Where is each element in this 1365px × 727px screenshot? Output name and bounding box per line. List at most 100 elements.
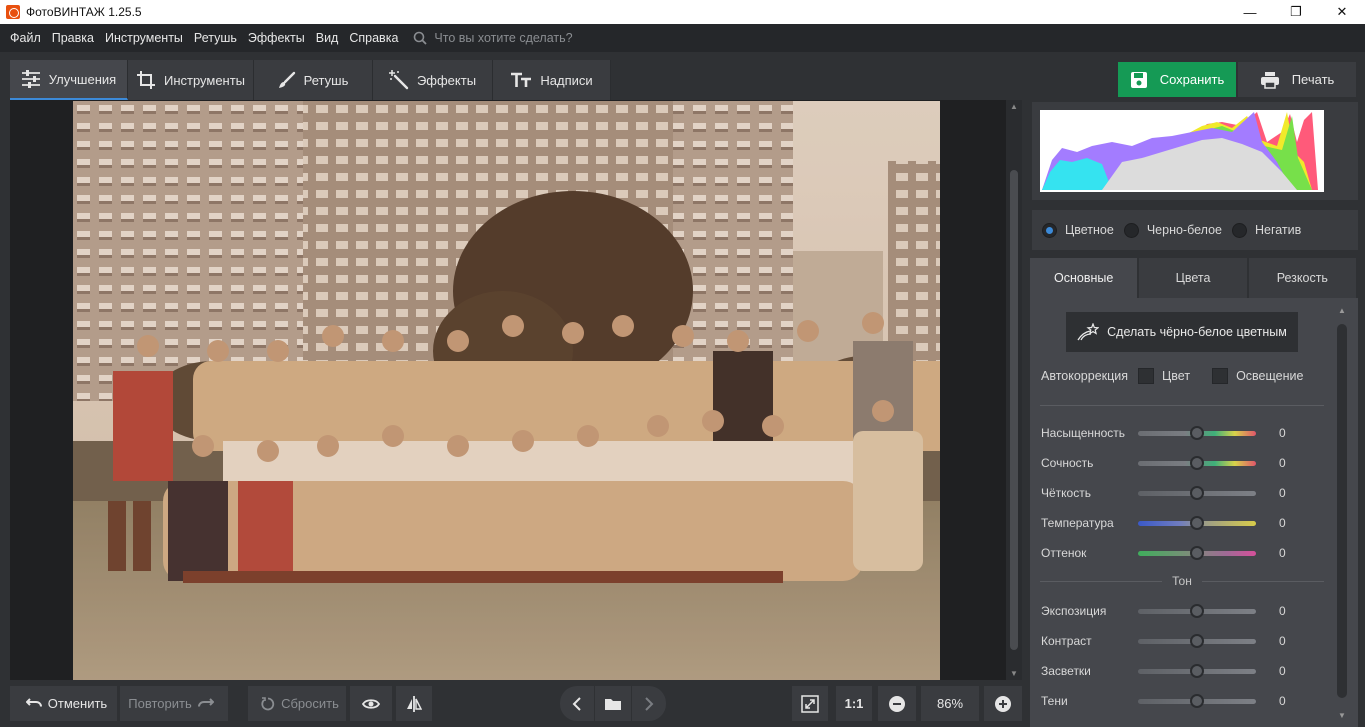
adjustment-slider[interactable] bbox=[1138, 603, 1256, 618]
tab-sharpness[interactable]: Резкость bbox=[1248, 258, 1356, 298]
colorize-label: Сделать чёрно-белое цветным bbox=[1107, 325, 1287, 339]
colorize-button[interactable]: Сделать чёрно-белое цветным bbox=[1066, 312, 1298, 352]
slider-label: Засветки bbox=[1041, 664, 1091, 678]
scroll-up-icon[interactable]: ▲ bbox=[1337, 306, 1347, 315]
save-icon bbox=[1130, 71, 1147, 88]
slider-handle[interactable] bbox=[1190, 663, 1204, 678]
slider-row: Экспозиция 0 bbox=[1041, 601, 1331, 621]
print-button[interactable]: Печать bbox=[1238, 62, 1356, 97]
tab-captions[interactable]: Надписи bbox=[493, 60, 611, 100]
text-icon bbox=[511, 72, 532, 87]
color-mode-selector: Цветное Черно-белое Негатив bbox=[1032, 210, 1358, 250]
slider-handle[interactable] bbox=[1190, 693, 1204, 708]
compare-icon bbox=[407, 695, 422, 712]
menu-retouch[interactable]: Ретушь bbox=[194, 31, 237, 45]
slider-label: Тени bbox=[1041, 694, 1068, 708]
slider-handle[interactable] bbox=[1190, 603, 1204, 618]
scroll-down-icon[interactable]: ▼ bbox=[1337, 711, 1347, 720]
scroll-down-icon[interactable]: ▼ bbox=[1010, 669, 1018, 678]
zoom-in-icon bbox=[995, 695, 1011, 712]
auto-light-checkbox[interactable]: Освещение bbox=[1212, 368, 1303, 384]
printer-icon bbox=[1260, 71, 1279, 89]
mode-bw-radio[interactable]: Черно-белое bbox=[1123, 222, 1222, 238]
slider-handle[interactable] bbox=[1190, 633, 1204, 648]
mode-negative-radio[interactable]: Негатив bbox=[1231, 222, 1301, 238]
adjustment-slider[interactable] bbox=[1138, 545, 1256, 560]
brush-icon bbox=[278, 71, 295, 88]
reset-button[interactable]: Сбросить bbox=[248, 686, 346, 721]
command-search[interactable]: Что вы хотите сделать? bbox=[413, 31, 573, 45]
fit-to-screen-button[interactable] bbox=[792, 686, 828, 721]
tab-tools[interactable]: Инструменты bbox=[128, 60, 254, 100]
scrollbar-thumb[interactable] bbox=[1337, 324, 1347, 698]
slider-value: 0 bbox=[1279, 546, 1286, 560]
zoom-level[interactable]: 86% bbox=[921, 686, 979, 721]
slider-handle[interactable] bbox=[1190, 485, 1204, 500]
minimize-button[interactable]: — bbox=[1227, 0, 1273, 24]
undo-button[interactable]: Отменить bbox=[10, 686, 117, 721]
slider-handle[interactable] bbox=[1190, 455, 1204, 470]
menu-file[interactable]: Файл bbox=[10, 31, 41, 45]
adjustment-slider[interactable] bbox=[1138, 663, 1256, 678]
menu-edit[interactable]: Правка bbox=[52, 31, 94, 45]
adjustment-slider[interactable] bbox=[1138, 515, 1256, 530]
auto-color-checkbox[interactable]: Цвет bbox=[1138, 368, 1190, 384]
slider-label: Оттенок bbox=[1041, 546, 1087, 560]
slider-handle[interactable] bbox=[1190, 545, 1204, 560]
tab-enhancements[interactable]: Улучшения bbox=[10, 60, 128, 100]
search-placeholder: Что вы хотите сделать? bbox=[434, 31, 573, 45]
tab-colors[interactable]: Цвета bbox=[1139, 258, 1247, 298]
app-logo-icon bbox=[6, 5, 20, 19]
zoom-out-button[interactable] bbox=[878, 686, 916, 721]
menu-help[interactable]: Справка bbox=[349, 31, 398, 45]
chevron-left-icon bbox=[572, 696, 581, 711]
menu-bar: Файл Правка Инструменты Ретушь Эффекты В… bbox=[0, 24, 1365, 52]
scrollbar-thumb[interactable] bbox=[1010, 170, 1018, 650]
canvas-scrollbar[interactable]: ▲ ▼ bbox=[1006, 100, 1022, 680]
slider-handle[interactable] bbox=[1190, 425, 1204, 440]
adjustment-slider[interactable] bbox=[1138, 485, 1256, 500]
tab-effects[interactable]: Эффекты bbox=[373, 60, 493, 100]
title-bar: ФотоВИНТАЖ 1.25.5 — ❐ ✕ bbox=[0, 0, 1365, 24]
redo-icon bbox=[197, 697, 214, 707]
tab-label: Инструменты bbox=[163, 72, 246, 88]
menu-view[interactable]: Вид bbox=[316, 31, 339, 45]
maximize-button[interactable]: ❐ bbox=[1273, 0, 1319, 24]
radio-dot bbox=[1042, 222, 1057, 238]
redo-label: Повторить bbox=[128, 696, 192, 711]
checkbox-label: Цвет bbox=[1162, 369, 1191, 383]
adjustment-slider[interactable] bbox=[1138, 425, 1256, 440]
adjustment-slider[interactable] bbox=[1138, 633, 1256, 648]
open-folder-button[interactable] bbox=[595, 686, 631, 721]
mode-color-radio[interactable]: Цветное bbox=[1042, 222, 1114, 238]
save-button[interactable]: Сохранить bbox=[1118, 62, 1236, 97]
next-photo-button[interactable] bbox=[632, 686, 666, 721]
slider-label: Контраст bbox=[1041, 634, 1092, 648]
previous-photo-button[interactable] bbox=[560, 686, 594, 721]
mode-label: Цветное bbox=[1065, 223, 1114, 237]
slider-row: Засветки 0 bbox=[1041, 661, 1331, 681]
menu-tools[interactable]: Инструменты bbox=[105, 31, 183, 45]
actual-size-button[interactable]: 1:1 bbox=[836, 686, 872, 721]
preview-button[interactable] bbox=[350, 686, 392, 721]
compare-button[interactable] bbox=[396, 686, 432, 721]
autocorrection-row: Автокоррекция Цвет Освещение bbox=[1041, 368, 1303, 384]
tab-basic[interactable]: Основные bbox=[1030, 258, 1138, 298]
scroll-up-icon[interactable]: ▲ bbox=[1010, 102, 1018, 111]
close-button[interactable]: ✕ bbox=[1319, 0, 1365, 24]
adjustment-slider[interactable] bbox=[1138, 455, 1256, 470]
slider-label: Чёткость bbox=[1041, 486, 1091, 500]
slider-handle[interactable] bbox=[1190, 515, 1204, 530]
checkbox-label: Освещение bbox=[1236, 369, 1304, 383]
slider-value: 0 bbox=[1279, 694, 1286, 708]
adjustment-slider[interactable] bbox=[1138, 693, 1256, 708]
settings-scrollbar[interactable]: ▲ ▼ bbox=[1334, 302, 1348, 722]
redo-button[interactable]: Повторить bbox=[120, 686, 228, 721]
photo-canvas[interactable] bbox=[10, 100, 1006, 680]
tab-retouch[interactable]: Ретушь bbox=[254, 60, 373, 100]
zoom-in-button[interactable] bbox=[984, 686, 1022, 721]
slider-row: Насыщенность 0 bbox=[1041, 423, 1331, 443]
menu-effects[interactable]: Эффекты bbox=[248, 31, 305, 45]
tone-section-header: Тон bbox=[1040, 574, 1325, 588]
slider-row: Температура 0 bbox=[1041, 513, 1331, 533]
